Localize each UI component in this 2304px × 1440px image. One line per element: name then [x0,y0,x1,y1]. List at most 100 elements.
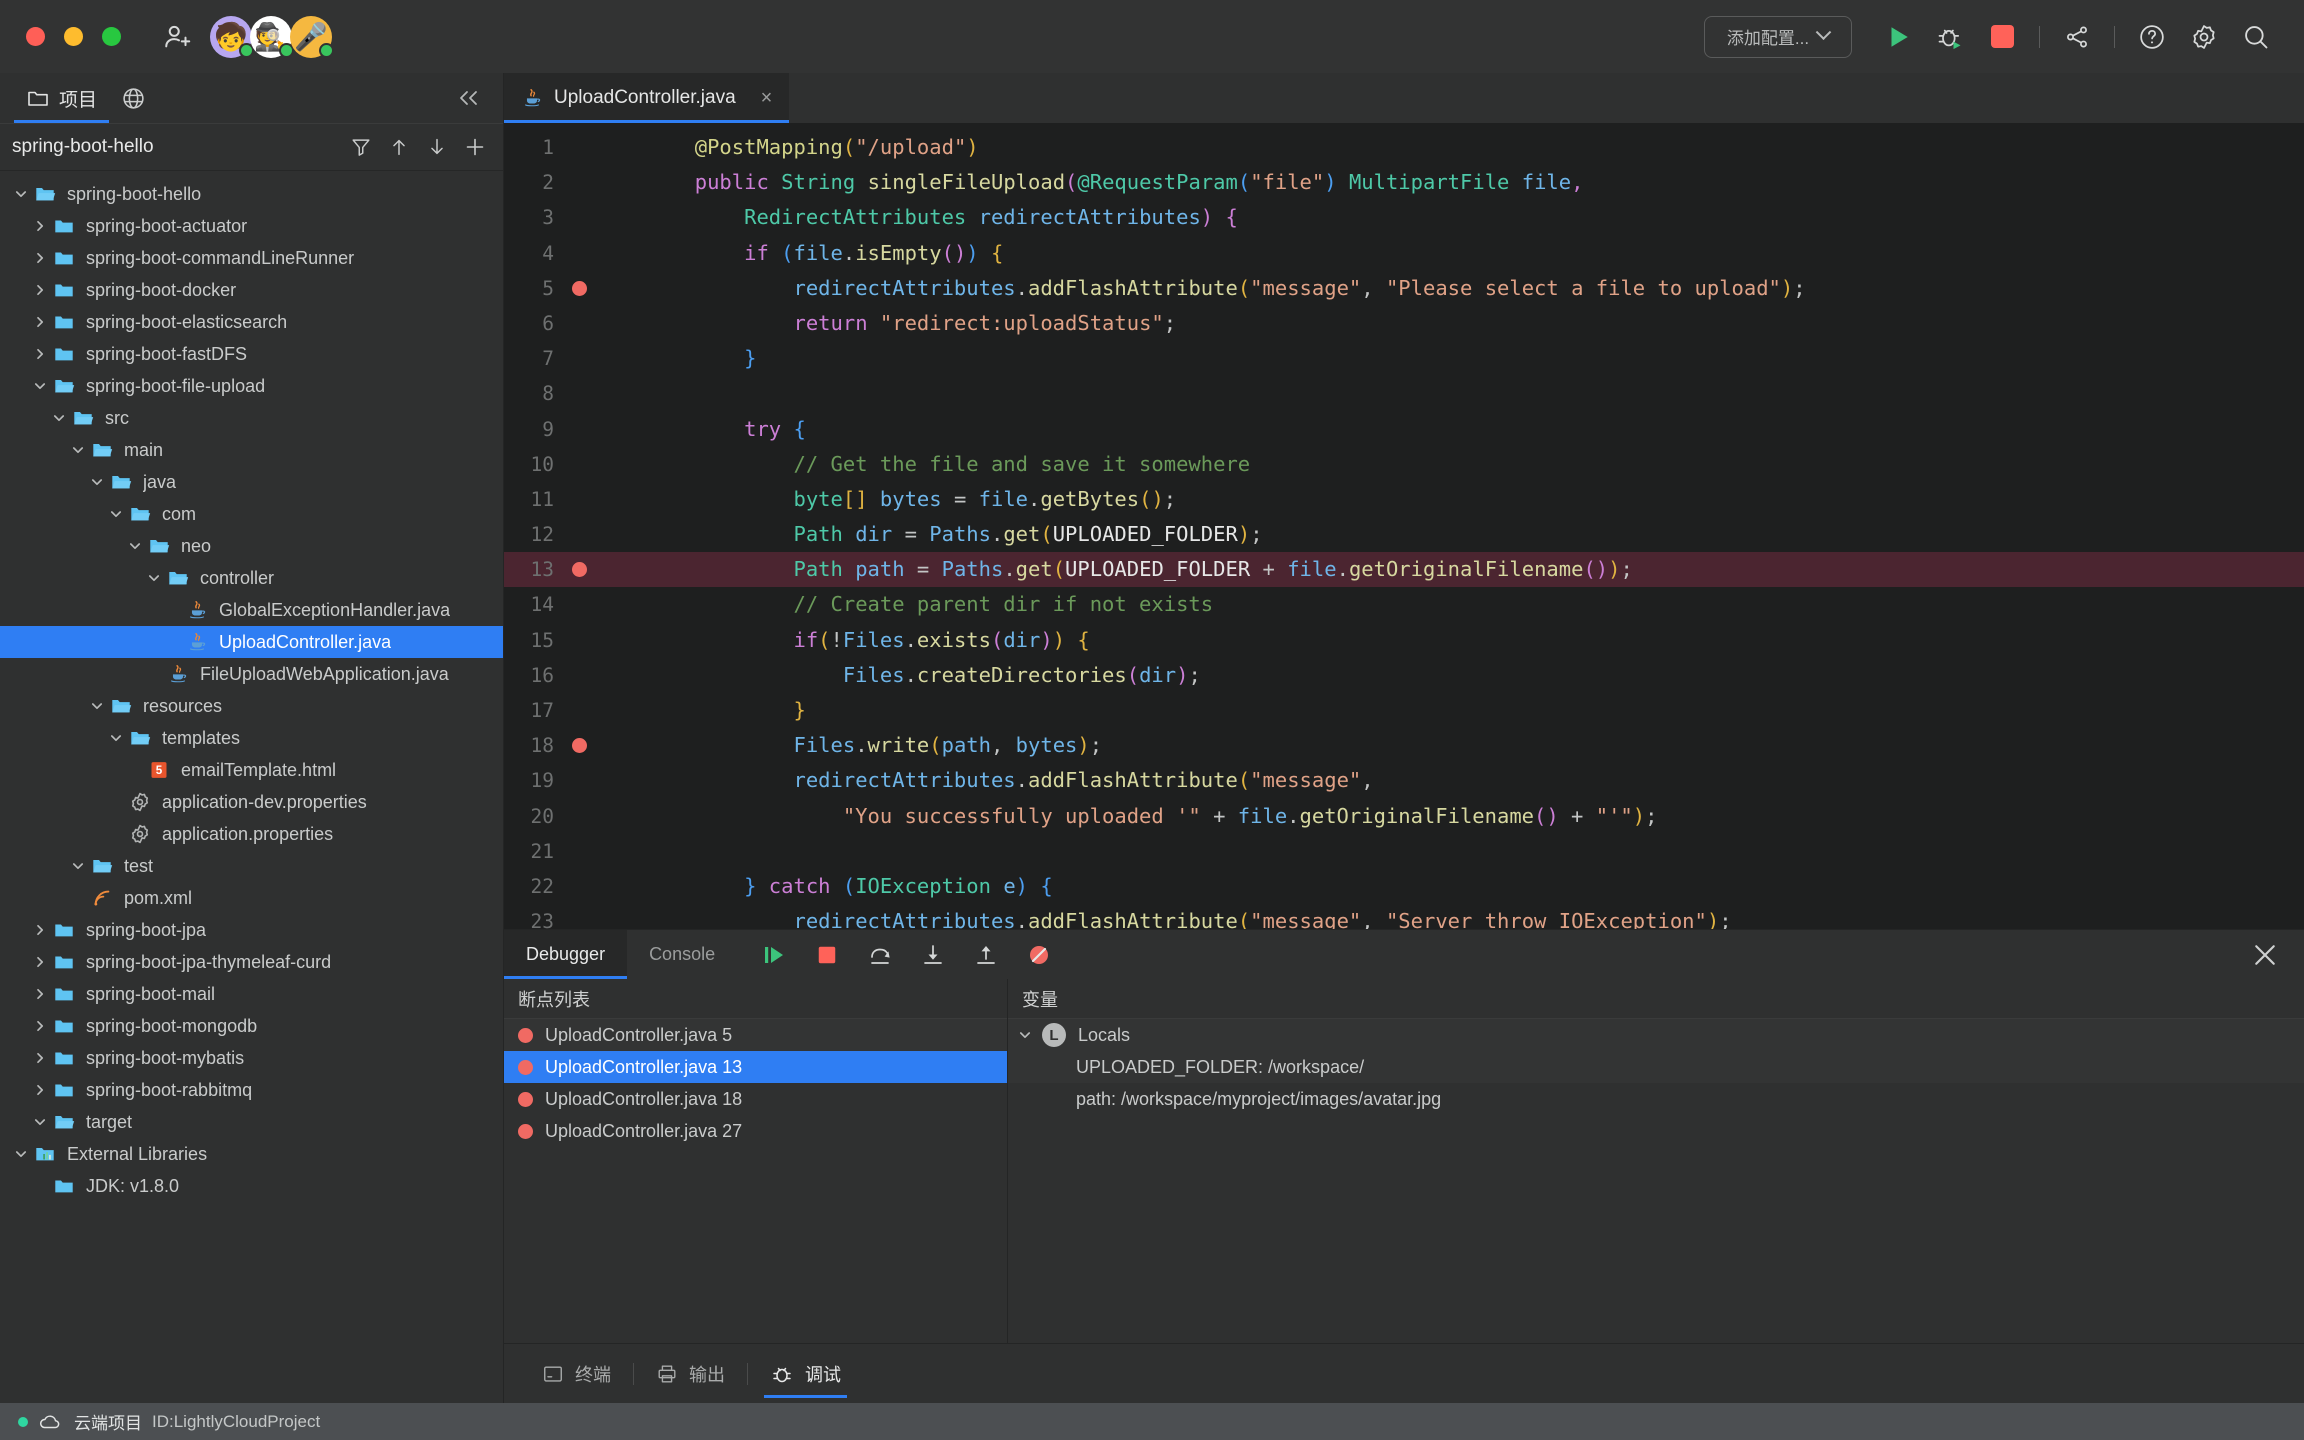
tree-item[interactable]: spring-boot-hello [0,178,503,210]
code-line[interactable]: 3 RedirectAttributes redirectAttributes)… [504,200,2304,235]
add-user-icon[interactable] [161,20,195,54]
tree-item[interactable]: spring-boot-elasticsearch [0,306,503,338]
code-line[interactable]: 19 redirectAttributes.addFlashAttribute(… [504,763,2304,798]
code-line[interactable]: 20 "You successfully uploaded '" + file.… [504,799,2304,834]
code-line[interactable]: 7 } [504,341,2304,376]
breakpoint-row[interactable]: UploadController.java 13 [504,1051,1007,1083]
settings-icon[interactable] [2181,14,2227,60]
chevron-down-icon[interactable] [86,475,108,489]
code-line[interactable]: 13 Path path = Paths.get(UPLOADED_FOLDER… [504,552,2304,588]
close-window-button[interactable] [26,27,45,46]
breakpoint-marker[interactable] [562,738,596,754]
chevron-down-icon[interactable] [1008,1028,1042,1042]
sidebar-tab-globe[interactable] [109,73,158,123]
tree-item[interactable]: spring-boot-jpa [0,914,503,946]
chevron-right-icon[interactable] [29,283,51,297]
code-line[interactable]: 12 Path dir = Paths.get(UPLOADED_FOLDER)… [504,517,2304,552]
collapse-sidebar-button[interactable] [455,88,503,108]
tree-item[interactable]: External Libraries [0,1138,503,1170]
breakpoint-row[interactable]: UploadController.java 27 [504,1115,1007,1147]
chevron-right-icon[interactable] [29,955,51,969]
code-line[interactable]: 11 byte[] bytes = file.getBytes(); [504,482,2304,517]
sidebar-tab-project[interactable]: 项目 [14,73,110,123]
breakpoint-marker[interactable] [562,280,596,296]
tab-console[interactable]: Console [627,930,737,979]
mute-breakpoints-icon[interactable] [1024,940,1054,970]
tree-item[interactable]: UploadController.java [0,626,503,658]
tree-item[interactable]: spring-boot-file-upload [0,370,503,402]
code-line[interactable]: 10 // Get the file and save it somewhere [504,447,2304,482]
chevron-right-icon[interactable] [29,315,51,329]
chevron-down-icon[interactable] [10,1147,32,1161]
code-editor[interactable]: 1 @PostMapping("/upload") 2 public String… [504,123,2304,929]
chevron-right-icon[interactable] [29,347,51,361]
chevron-down-icon[interactable] [29,1115,51,1129]
step-over-icon[interactable] [865,940,895,970]
tree-item[interactable]: pom.xml [0,882,503,914]
code-line[interactable]: 1 @PostMapping("/upload") [504,130,2304,165]
tree-item[interactable]: templates [0,722,503,754]
tree-item[interactable]: FileUploadWebApplication.java [0,658,503,690]
bottom-tab-debug[interactable]: 调试 [754,1344,857,1404]
tree-item[interactable]: spring-boot-docker [0,274,503,306]
chevron-down-icon[interactable] [86,699,108,713]
filter-icon[interactable] [345,131,377,163]
tree-item[interactable]: spring-boot-rabbitmq [0,1074,503,1106]
tree-item[interactable]: 5 emailTemplate.html [0,754,503,786]
breakpoint-row[interactable]: UploadController.java 18 [504,1083,1007,1115]
tree-item[interactable]: java [0,466,503,498]
chevron-right-icon[interactable] [29,1019,51,1033]
editor-tab-uploadcontroller[interactable]: UploadController.java × [504,73,790,123]
tree-item[interactable]: spring-boot-fastDFS [0,338,503,370]
chevron-right-icon[interactable] [29,987,51,1001]
code-line[interactable]: 2 public String singleFileUpload(@Reques… [504,165,2304,200]
stop-icon[interactable] [1979,14,2025,60]
debug-icon[interactable] [1927,14,1973,60]
chevron-down-icon[interactable] [105,507,127,521]
code-line[interactable]: 17 } [504,693,2304,728]
chevron-right-icon[interactable] [29,1051,51,1065]
add-icon[interactable] [459,131,491,163]
close-tab-icon[interactable]: × [761,87,773,110]
breakpoint-marker[interactable] [562,562,596,578]
avatar[interactable]: 🎤 [290,15,334,58]
minimize-window-button[interactable] [64,27,83,46]
chevron-down-icon[interactable] [124,539,146,553]
tree-item[interactable]: application.properties [0,818,503,850]
code-line[interactable]: 6 return "redirect:uploadStatus"; [504,306,2304,341]
tree-item[interactable]: spring-boot-jpa-thymeleaf-curd [0,946,503,978]
code-line[interactable]: 4 if (file.isEmpty()) { [504,236,2304,271]
bottom-tab-terminal[interactable]: 终端 [526,1344,627,1404]
tree-item[interactable]: spring-boot-actuator [0,210,503,242]
breakpoint-list[interactable]: UploadController.java 5 UploadController.… [504,1019,1007,1343]
code-line[interactable]: 15 if(!Files.exists(dir)) { [504,623,2304,658]
tree-item[interactable]: GlobalExceptionHandler.java [0,594,503,626]
tree-item[interactable]: JDK: v1.8.0 [0,1170,503,1202]
tree-item[interactable]: resources [0,690,503,722]
code-line[interactable]: 9 try { [504,412,2304,447]
upload-icon[interactable] [383,131,415,163]
chevron-down-icon[interactable] [29,379,51,393]
tree-item[interactable]: target [0,1106,503,1138]
chevron-right-icon[interactable] [29,1083,51,1097]
chevron-down-icon[interactable] [48,411,70,425]
step-into-icon[interactable] [918,940,948,970]
code-line[interactable]: 8 [504,376,2304,411]
stop-icon[interactable] [812,940,842,970]
help-icon[interactable] [2129,14,2175,60]
step-out-icon[interactable] [971,940,1001,970]
variable-group-row[interactable]: L Locals [1008,1019,2304,1051]
search-icon[interactable] [2233,14,2279,60]
tab-debugger[interactable]: Debugger [504,930,628,979]
close-debug-panel-button[interactable] [2250,940,2304,970]
tree-item[interactable]: application-dev.properties [0,786,503,818]
maximize-window-button[interactable] [102,27,121,46]
tree-item[interactable]: spring-boot-mybatis [0,1042,503,1074]
chevron-down-icon[interactable] [105,731,127,745]
chevron-down-icon[interactable] [67,443,89,457]
tree-item[interactable]: main [0,434,503,466]
breakpoint-row[interactable]: UploadController.java 5 [504,1019,1007,1051]
download-icon[interactable] [421,131,453,163]
variable-row[interactable]: UPLOADED_FOLDER: /workspace/ [1008,1051,2304,1083]
tree-item[interactable]: spring-boot-mail [0,978,503,1010]
